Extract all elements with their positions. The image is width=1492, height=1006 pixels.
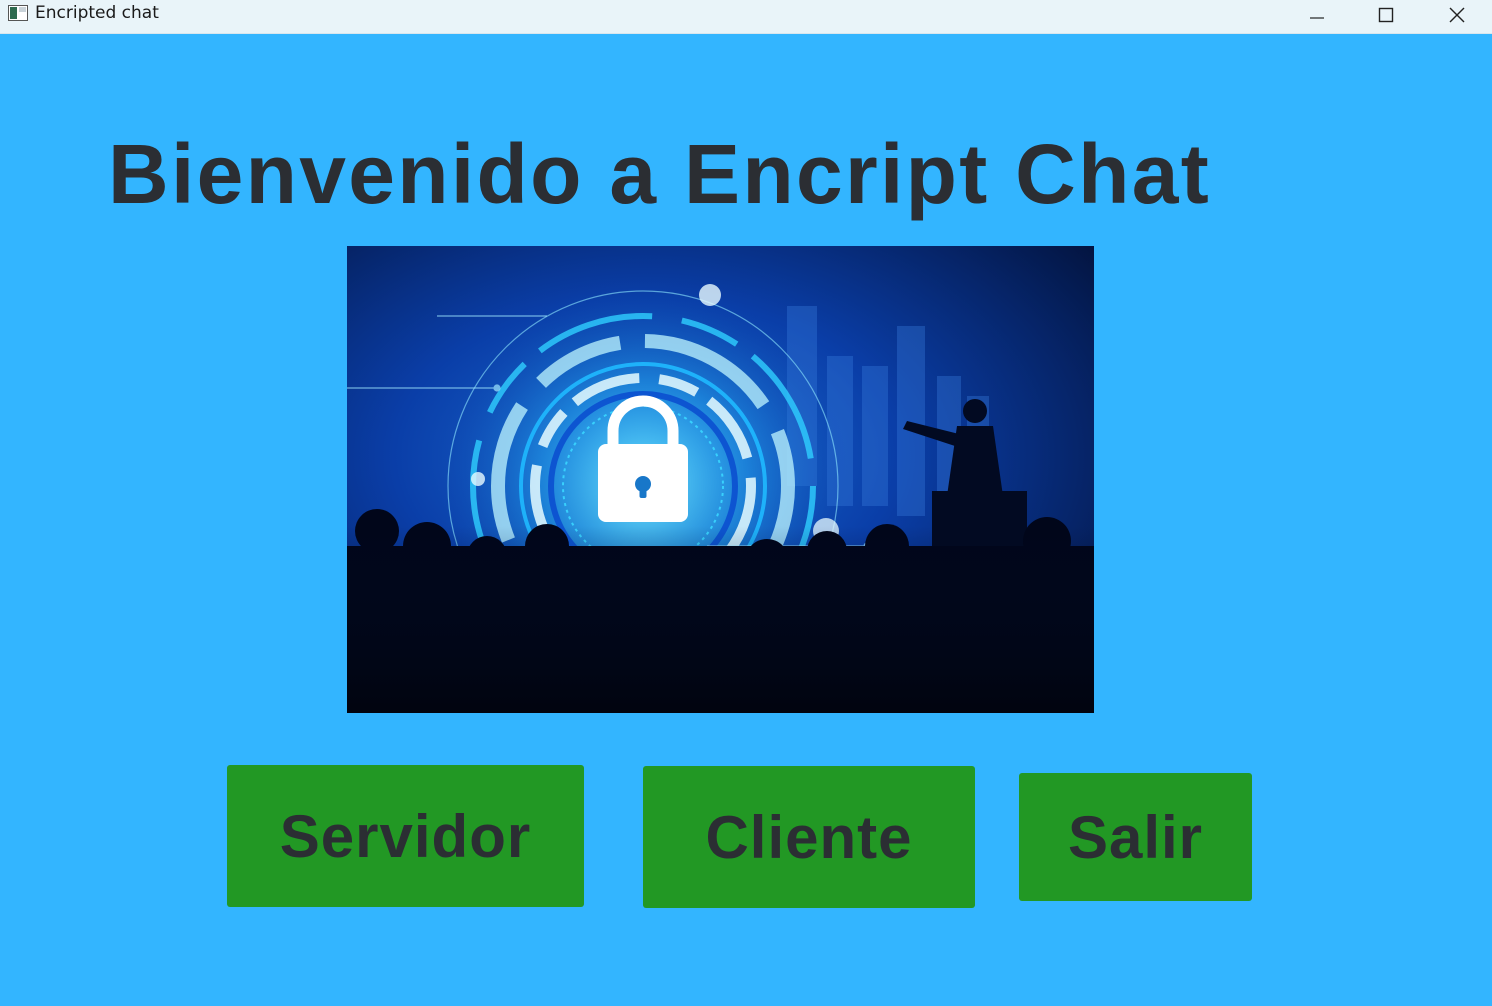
client-button[interactable]: Cliente	[643, 766, 975, 908]
exit-button[interactable]: Salir	[1019, 773, 1252, 901]
close-icon	[1449, 7, 1465, 23]
welcome-heading: Bienvenido a Encript Chat	[108, 127, 1211, 221]
window-title: Encripted chat	[35, 3, 159, 23]
padlock-illustration	[347, 246, 1094, 713]
maximize-icon	[1378, 7, 1394, 23]
minimize-button[interactable]	[1294, 0, 1340, 30]
close-button[interactable]	[1434, 0, 1480, 30]
app-icon	[8, 5, 28, 21]
security-hero-image	[347, 246, 1094, 713]
minimize-icon	[1310, 17, 1324, 19]
server-button[interactable]: Servidor	[227, 765, 584, 907]
maximize-button[interactable]	[1363, 0, 1409, 30]
app-window: Encripted chat Bienvenido a Encript Chat	[0, 0, 1492, 1006]
title-bar: Encripted chat	[0, 0, 1492, 34]
